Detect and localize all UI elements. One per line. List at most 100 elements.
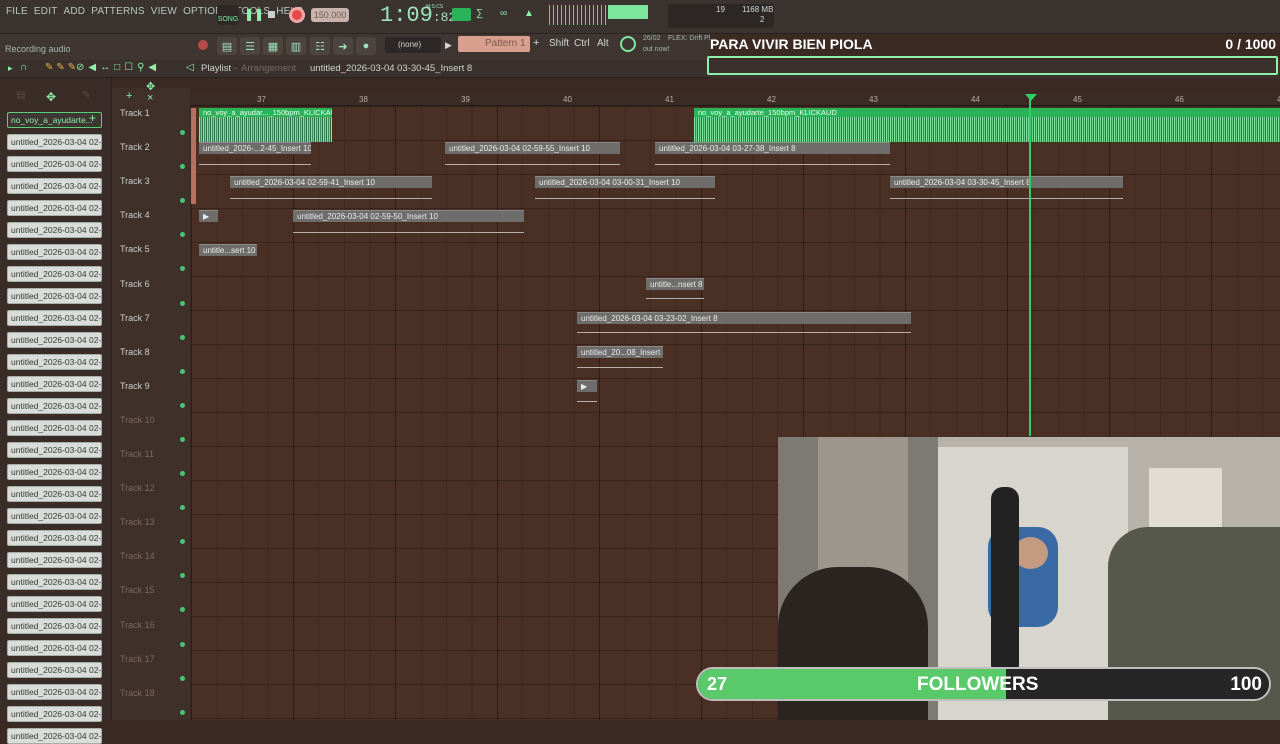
alt-key[interactable]: Alt [597,38,609,49]
pattern-clip[interactable]: untitled_2026-...2-45_Insert 10 [199,142,311,154]
timeline-ruler[interactable] [191,92,1280,106]
track-enable-led[interactable] [180,334,185,340]
picker-item[interactable]: untitled_2026-03-04 02-... [7,244,102,260]
picker-item[interactable]: untitled_2026-03-04 02-... [7,486,102,502]
picker-item[interactable]: untitled_2026-03-04 02-... [7,662,102,678]
track-label[interactable]: Track 17 [120,654,155,664]
song-time-display[interactable]: 1:09:82 [380,3,456,28]
picker-item[interactable]: untitled_2026-03-04 02-... [7,134,102,150]
picker-item[interactable]: untitled_2026-03-04 02-... [7,684,102,700]
picker-item[interactable]: untitled_2026-03-04 02-... [7,596,102,612]
picker-item[interactable]: untitled_2026-03-04 02-... [7,464,102,480]
picker-item[interactable]: untitled_2026-03-04 02-... [7,376,102,392]
tempo-display[interactable]: 150.000 [311,8,349,22]
audio-clip[interactable]: no_voy_a_ayudarte_150bpm_KLICKAUD [694,108,1280,142]
pattern-select[interactable]: Pattern 1 [458,36,530,52]
metronome-icon[interactable]: ▲ [524,8,541,21]
piano-roll-icon[interactable]: ▦ [263,37,283,55]
track-enable-led[interactable] [180,436,185,442]
record-arm-icon[interactable] [198,40,208,50]
track-label[interactable]: Track 13 [120,517,155,527]
picker-icon-b[interactable]: ✥ [46,90,56,104]
menu-patterns[interactable]: PATTERNS [91,6,144,17]
stop-button[interactable] [268,11,275,18]
playlist-menu-icon[interactable]: ▸ [8,63,13,74]
mic-icon[interactable]: ● [356,37,376,55]
track-label[interactable]: Track 6 [120,279,150,289]
track-enable-led[interactable] [180,402,185,408]
online-news-icon[interactable] [620,36,636,52]
channel-rack-icon[interactable]: ☰ [240,37,260,55]
picker-item[interactable]: untitled_2026-03-04 02-... [7,618,102,634]
track-label[interactable]: Track 14 [120,551,155,561]
track-label[interactable]: Track 7 [120,313,150,323]
picker-item[interactable]: untitled_2026-03-04 02-... [7,178,102,194]
loop-icon[interactable]: ∞ [500,8,517,21]
record-button[interactable] [289,7,305,23]
snap-select[interactable]: (none) [385,37,441,53]
magnet-icon[interactable]: ∩ [20,62,27,73]
track-label[interactable]: Track 10 [120,415,155,425]
pattern-clip[interactable]: untitled_20...08_Insert 8 [577,346,663,358]
audio-clip[interactable]: no_voy_a_ayudar..._150bpm_KLICKAUD [199,108,332,142]
pattern-clip[interactable]: untitled_2026-03-04 03-23-02_Insert 8 [577,312,911,324]
tool-icons[interactable]: ✎✎✎ [45,62,79,73]
picker-item[interactable]: untitled_2026-03-04 02-... [7,530,102,546]
picker-item[interactable]: untitled_2026-03-04 02-... [7,442,102,458]
picker-item[interactable]: untitled_2026-03-04 02-... [7,156,102,172]
track-enable-led[interactable] [180,300,185,306]
track-enable-led[interactable] [180,641,185,647]
picker-item[interactable]: untitled_2026-03-04 02-... [7,310,102,326]
picker-item[interactable]: untitled_2026-03-04 02-... [7,508,102,524]
song-mode-toggle[interactable]: SONG [217,5,239,25]
picker-item[interactable]: untitled_2026-03-04 02-... [7,354,102,370]
picker-item-selected[interactable]: no_voy_a_ayudarte... [7,112,102,128]
track-enable-led[interactable] [180,471,185,476]
menu-view[interactable]: VIEW [151,6,177,17]
menu-file[interactable]: FILE [6,6,28,17]
picker-add-icon[interactable]: + [89,111,96,125]
mixer-icon[interactable]: ☷ [310,37,330,55]
track-enable-led[interactable] [180,709,185,715]
pattern-clip[interactable]: untitled_2026-03-04 03-00-31_Insert 10 [535,176,715,188]
picker-item[interactable]: untitled_2026-03-04 02-... [7,728,102,744]
add-track-icon[interactable]: + [126,90,132,102]
picker-item[interactable]: untitled_2026-03-04 02-... [7,574,102,590]
picker-item[interactable]: untitled_2026-03-04 02-... [7,420,102,436]
picker-item[interactable]: untitled_2026-03-04 02-... [7,266,102,282]
pattern-clip[interactable]: ▶ [577,380,597,392]
track-label[interactable]: Track 9 [120,381,150,391]
pattern-clip[interactable]: untitled_2026-03-04 03-27-38_Insert 8 [655,142,890,154]
pattern-clip[interactable]: untitled_2026-03-04 03-30-45_Insert 8 [890,176,1123,188]
menu-add[interactable]: ADD [64,6,86,17]
pattern-clip[interactable]: untitled_2026-03-04 02-59-50_Insert 10 [293,210,524,222]
picker-icon-a[interactable]: ▤ [16,90,25,101]
ctrl-key[interactable]: Ctrl [574,38,590,49]
step-icon[interactable]: ∑ [476,8,493,21]
track-label[interactable]: Track 1 [120,108,150,118]
pattern-clip[interactable]: untitled_2026-03-04 02-59-41_Insert 10 [230,176,432,188]
picker-icon-c[interactable]: ✎ [82,90,90,101]
picker-item[interactable]: untitled_2026-03-04 02-... [7,552,102,568]
track-label[interactable]: Track 8 [120,347,150,357]
piano-icon[interactable] [452,8,471,21]
track-label[interactable]: Track 15 [120,585,155,595]
pattern-clip[interactable]: ▶ [199,210,218,222]
pattern-prev-icon[interactable]: ▶ [445,37,455,53]
playlist-icon[interactable]: ▤ [217,37,237,55]
add-pattern-icon[interactable]: + [533,37,539,49]
track-label[interactable]: Track 2 [120,142,150,152]
picker-item[interactable]: untitled_2026-03-04 02-... [7,640,102,656]
track-enable-led[interactable] [180,130,185,135]
track-label[interactable]: Track 4 [120,210,150,220]
track-enable-led[interactable] [180,675,185,681]
picker-item[interactable]: untitled_2026-03-04 02-... [7,222,102,238]
picker-item[interactable]: untitled_2026-03-04 02-... [7,398,102,414]
pattern-clip[interactable]: untitle...sert 10 [199,244,257,256]
track-label[interactable]: Track 18 [120,688,155,698]
picker-item[interactable]: untitled_2026-03-04 02-... [7,288,102,304]
close-icon[interactable]: × [147,92,153,104]
playhead-marker-icon[interactable] [1025,94,1037,101]
picker-item[interactable]: untitled_2026-03-04 02-... [7,200,102,216]
track-label[interactable]: Track 3 [120,176,150,186]
